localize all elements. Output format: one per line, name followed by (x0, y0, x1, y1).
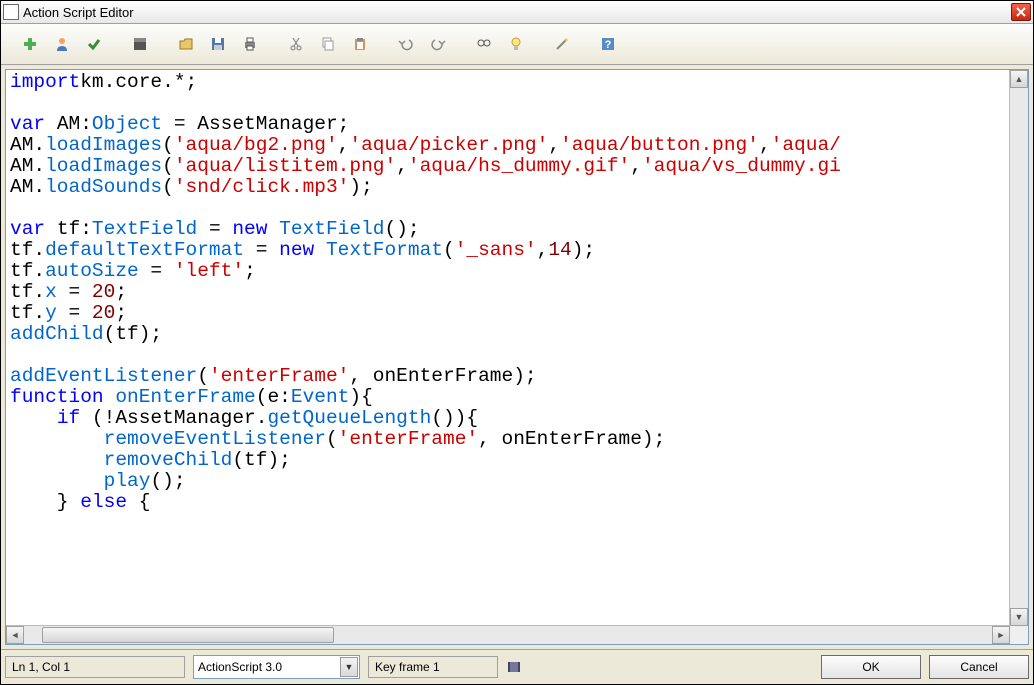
wand-button[interactable] (548, 30, 576, 58)
scroll-left-icon[interactable]: ◄ (6, 626, 24, 644)
copy-button[interactable] (314, 30, 342, 58)
hint-button[interactable] (502, 30, 530, 58)
user-button[interactable] (48, 30, 76, 58)
toolbar: ? (1, 24, 1033, 65)
clapper-button[interactable] (126, 30, 154, 58)
statusbar: Ln 1, Col 1 ActionScript 3.0 ▼ Key frame… (1, 649, 1033, 684)
help-button[interactable]: ? (594, 30, 622, 58)
ok-button[interactable]: OK (821, 655, 921, 679)
cursor-position: Ln 1, Col 1 (5, 656, 185, 678)
svg-text:?: ? (605, 39, 612, 51)
code-editor[interactable]: importkm.core.*; var AM:Object = AssetMa… (6, 70, 1010, 626)
language-select[interactable]: ActionScript 3.0 ▼ (193, 655, 360, 679)
check-button[interactable] (80, 30, 108, 58)
editor-container: importkm.core.*; var AM:Object = AssetMa… (5, 69, 1029, 645)
h-scroll-thumb[interactable] (42, 627, 334, 643)
find-button[interactable] (470, 30, 498, 58)
vertical-scrollbar[interactable]: ▲ ▼ (1009, 70, 1028, 626)
h-scroll-track[interactable] (24, 626, 992, 644)
cut-button[interactable] (282, 30, 310, 58)
scroll-down-icon[interactable]: ▼ (1010, 608, 1028, 626)
chevron-down-icon[interactable]: ▼ (340, 657, 358, 677)
film-icon (506, 659, 522, 675)
horizontal-scrollbar[interactable]: ◄ ► (6, 625, 1010, 644)
language-value: ActionScript 3.0 (198, 660, 340, 674)
status-icons (506, 659, 813, 675)
save-button[interactable] (204, 30, 232, 58)
paste-button[interactable] (346, 30, 374, 58)
window: Action Script Editor ? importkm.core.*; … (0, 0, 1034, 685)
add-button[interactable] (16, 30, 44, 58)
cancel-button[interactable]: Cancel (929, 655, 1029, 679)
keyframe-label: Key frame 1 (368, 656, 498, 678)
redo-button[interactable] (424, 30, 452, 58)
titlebar[interactable]: Action Script Editor (1, 1, 1033, 24)
window-title: Action Script Editor (23, 5, 1011, 20)
app-icon (3, 4, 19, 20)
scroll-up-icon[interactable]: ▲ (1010, 70, 1028, 88)
print-button[interactable] (236, 30, 264, 58)
scroll-right-icon[interactable]: ► (992, 626, 1010, 644)
undo-button[interactable] (392, 30, 420, 58)
scroll-corner (1010, 626, 1028, 644)
close-button[interactable] (1011, 3, 1031, 21)
open-button[interactable] (172, 30, 200, 58)
v-scroll-track[interactable] (1010, 88, 1028, 608)
